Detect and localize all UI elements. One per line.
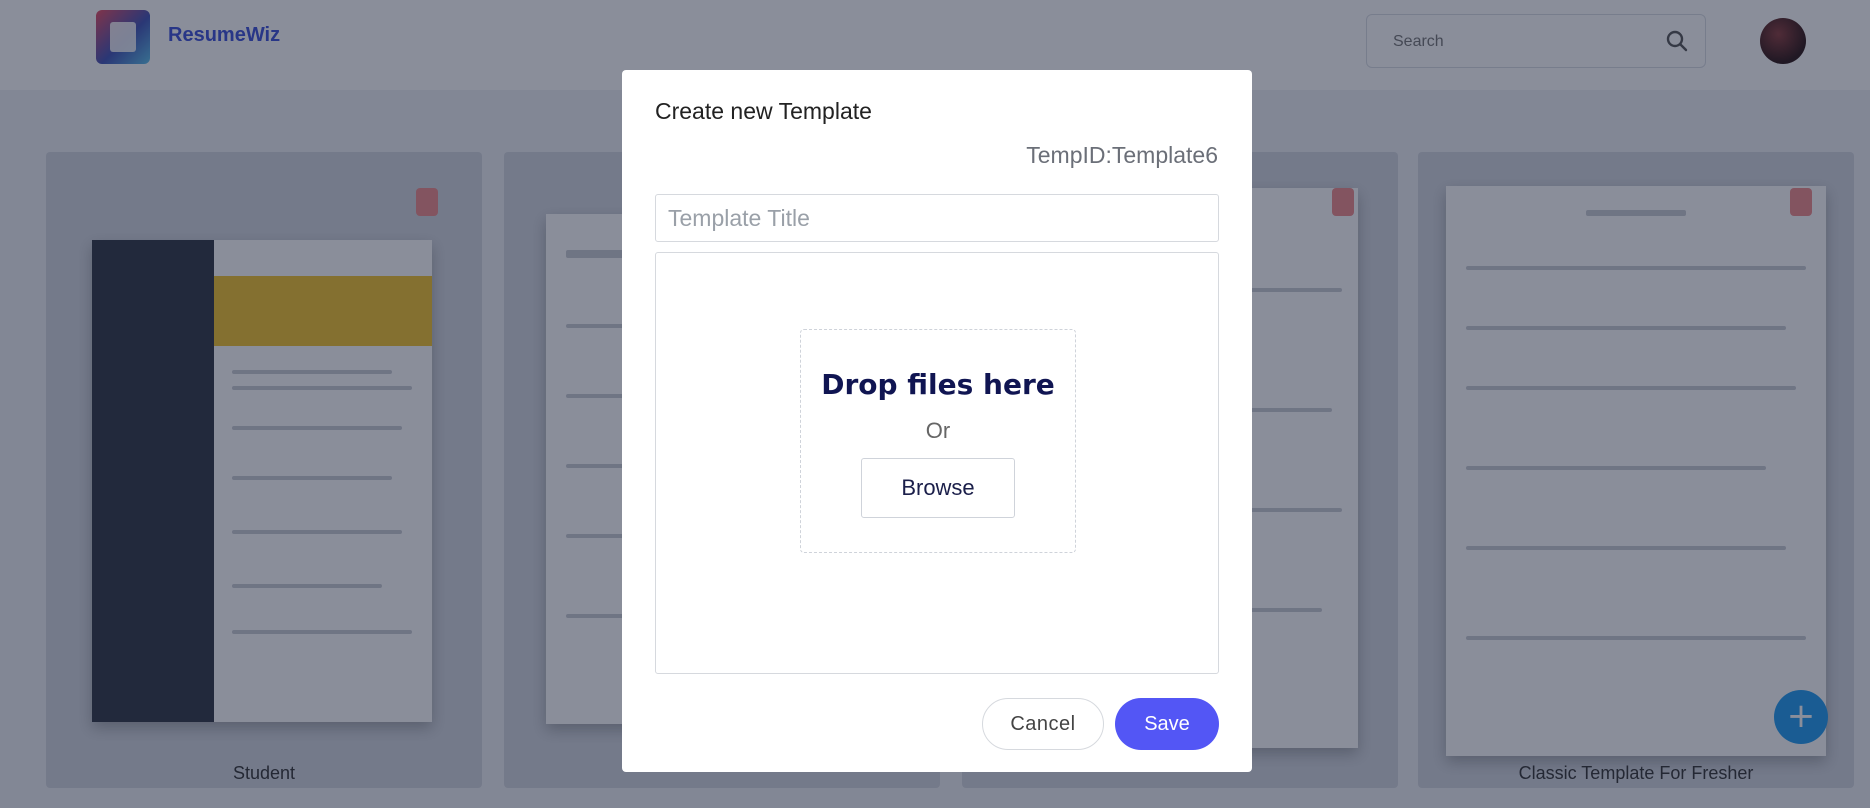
drop-files-text: Drop files here	[821, 368, 1055, 401]
or-text: Or	[925, 418, 951, 443]
cancel-button[interactable]: Cancel	[982, 698, 1104, 750]
browse-button[interactable]: Browse	[861, 458, 1015, 518]
modal-title: Create new Template	[655, 98, 872, 124]
upload-area: Drop files here Or Browse	[655, 252, 1219, 674]
file-dropzone[interactable]: Drop files here Or Browse	[800, 329, 1076, 553]
save-button[interactable]: Save	[1115, 698, 1219, 750]
create-template-modal: Create new Template TempID:Template6 Dro…	[622, 70, 1252, 772]
template-title-input[interactable]	[655, 194, 1219, 242]
template-id-label: TempID:Template6	[1026, 142, 1218, 168]
